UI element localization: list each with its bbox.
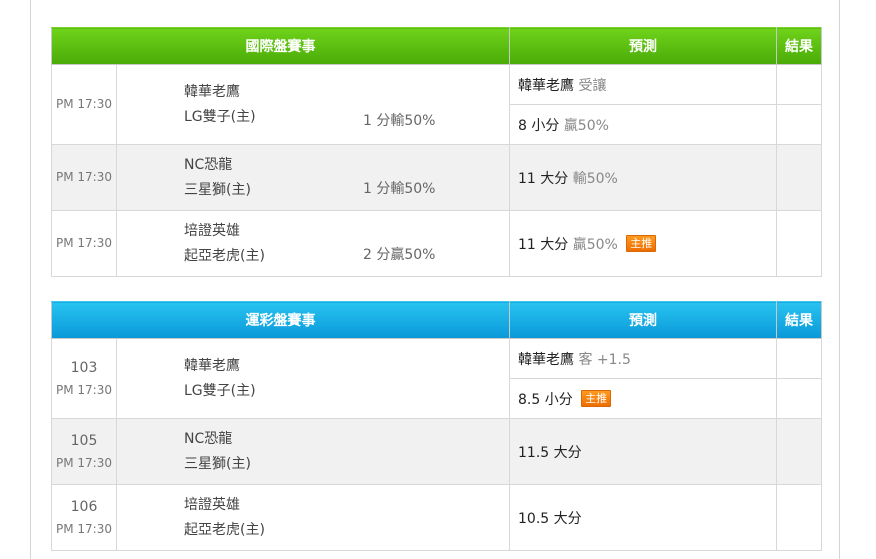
prediction-main: 8 小分: [518, 117, 560, 134]
game-number: 106: [70, 498, 98, 515]
prediction-main: 11 大分: [518, 236, 569, 253]
prediction-cell: 8 小分 贏50%: [509, 104, 777, 145]
away-team: NC恐龍: [184, 156, 233, 173]
prediction-sub: 受讓: [578, 77, 607, 94]
game-time: PM 17:30: [56, 382, 112, 397]
away-team: 培證英雄: [184, 496, 240, 513]
result-cell: [776, 104, 822, 145]
prediction-header: 預測: [509, 27, 777, 65]
prediction-sub: 輸50%: [572, 170, 618, 187]
prediction-cell: 韓華老鷹 客 +1.5: [509, 338, 777, 379]
away-team: 韓華老鷹: [184, 357, 240, 374]
game-time: PM 17:30: [51, 144, 117, 211]
game-time-cell: 105 PM 17:30: [51, 418, 117, 485]
prediction-main: 韓華老鷹: [518, 77, 574, 94]
prediction-main: 8.5 小分: [518, 391, 573, 408]
prediction-cell: 10.5 大分: [509, 484, 777, 551]
prediction-sub: 贏50%: [572, 236, 618, 253]
away-team: 培證英雄: [184, 222, 240, 239]
matchup: 韓華老鷹 LG雙子(主) 1 分輸50%: [116, 64, 510, 145]
prediction-main: 11 大分: [518, 170, 569, 187]
handicap-line: 2 分贏50%: [363, 247, 436, 263]
prediction-cell: 韓華老鷹 受讓: [509, 64, 777, 105]
lottery-title: 運彩盤賽事: [51, 301, 510, 339]
result-header: 結果: [776, 27, 822, 65]
game-time-cell: 106 PM 17:30: [51, 484, 117, 551]
game-time: PM 17:30: [56, 455, 112, 470]
page-frame-right: [839, 0, 840, 559]
away-team: NC恐龍: [184, 430, 233, 447]
table-header-row: 國際盤賽事 預測 結果: [51, 27, 822, 65]
prediction-main: 11.5 大分: [518, 444, 582, 461]
lottery-odds-table: 運彩盤賽事 預測 結果 103 PM 17:30 韓華老鷹 LG雙子(主) 韓華…: [51, 301, 822, 551]
home-team: LG雙子(主): [184, 382, 256, 399]
prediction-cell: 11 大分 輸50%: [509, 144, 777, 211]
prediction-sub: 贏50%: [563, 117, 609, 134]
intl-odds-table: 國際盤賽事 預測 結果 PM 17:30 韓華老鷹 LG雙子(主) 1 分輸50…: [51, 27, 822, 277]
prediction-cell: 11.5 大分: [509, 418, 777, 485]
prediction-sub: 客 +1.5: [578, 351, 631, 368]
matchup: 培證英雄 起亞老虎(主) 2 分贏50%: [116, 210, 510, 277]
game-time: PM 17:30: [51, 210, 117, 277]
table-row: PM 17:30 培證英雄 起亞老虎(主) 2 分贏50% 11 大分 贏50%…: [51, 210, 822, 277]
table-row: PM 17:30 韓華老鷹 LG雙子(主) 1 分輸50% 韓華老鷹 受讓: [51, 64, 822, 145]
game-number: 103: [70, 359, 98, 376]
home-team: LG雙子(主): [184, 108, 256, 125]
page-frame-left: [30, 0, 31, 559]
game-number: 105: [70, 432, 98, 449]
game-time: PM 17:30: [51, 64, 117, 145]
result-cell: [776, 418, 822, 485]
result-cell: [776, 64, 822, 105]
result-header: 結果: [776, 301, 822, 339]
top-pick-badge: 主推: [581, 389, 612, 407]
prediction-main: 韓華老鷹: [518, 351, 574, 368]
prediction-cell: 8.5 小分 主推: [509, 378, 777, 419]
result-cell: [776, 144, 822, 211]
handicap-line: 1 分輸50%: [363, 113, 436, 129]
table-row: 103 PM 17:30 韓華老鷹 LG雙子(主) 韓華老鷹 客 +1.5: [51, 338, 822, 419]
table-header-row: 運彩盤賽事 預測 結果: [51, 301, 822, 339]
matchup: 培證英雄 起亞老虎(主): [116, 484, 510, 551]
result-cell: [776, 378, 822, 419]
table-row: 106 PM 17:30 培證英雄 起亞老虎(主) 10.5 大分: [51, 484, 822, 551]
result-cell: [776, 484, 822, 551]
home-team: 三星獅(主): [184, 455, 251, 472]
matchup: NC恐龍 三星獅(主) 1 分輸50%: [116, 144, 510, 211]
game-time: PM 17:30: [56, 521, 112, 536]
home-team: 三星獅(主): [184, 181, 251, 198]
prediction-header: 預測: [509, 301, 777, 339]
intl-title: 國際盤賽事: [51, 27, 510, 65]
game-time-cell: 103 PM 17:30: [51, 338, 117, 419]
result-cell: [776, 338, 822, 379]
handicap-line: 1 分輸50%: [363, 181, 436, 197]
prediction-main: 10.5 大分: [518, 510, 582, 527]
top-pick-badge: 主推: [626, 234, 657, 252]
result-cell: [776, 210, 822, 277]
prediction-cell: 11 大分 贏50% 主推: [509, 210, 777, 277]
home-team: 起亞老虎(主): [184, 521, 265, 538]
table-row: PM 17:30 NC恐龍 三星獅(主) 1 分輸50% 11 大分 輸50%: [51, 144, 822, 211]
table-row: 105 PM 17:30 NC恐龍 三星獅(主) 11.5 大分: [51, 418, 822, 485]
home-team: 起亞老虎(主): [184, 247, 265, 264]
away-team: 韓華老鷹: [184, 83, 240, 100]
matchup: 韓華老鷹 LG雙子(主): [116, 338, 510, 419]
matchup: NC恐龍 三星獅(主): [116, 418, 510, 485]
